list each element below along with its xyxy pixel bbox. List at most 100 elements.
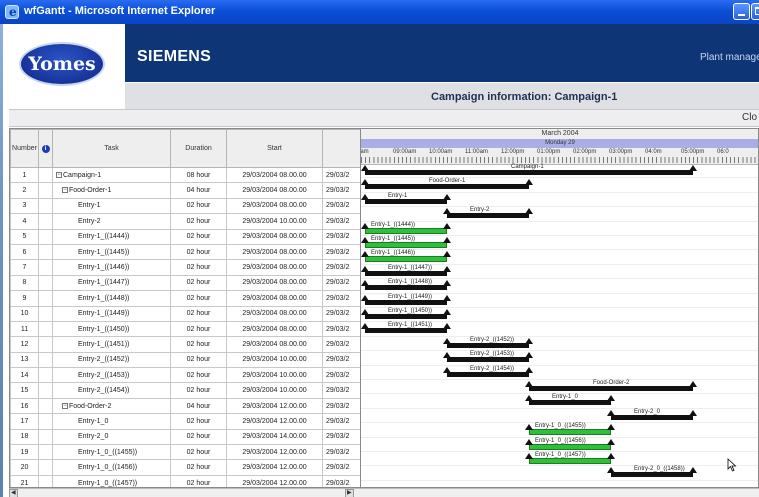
table-row[interactable]: 20 Entry-1_0_((1456)) 02 hour 29/03/2004 12…: [10, 459, 360, 476]
table-row[interactable]: 6 Entry-1_((1445)) 02 hour 29/03/2004 08.00…: [10, 243, 360, 261]
row-duration: 02 hour: [170, 351, 227, 369]
row-task[interactable]: Entry-1_((1447)): [52, 274, 171, 292]
hour-label: 10:00am: [429, 149, 453, 155]
col-number[interactable]: Number: [10, 129, 39, 168]
table-row[interactable]: 13 Entry-2_((1452)) 02 hour 29/03/2004 10.0…: [10, 351, 360, 369]
table-row[interactable]: 14 Entry-2_((1453)) 02 hour 29/03/2004 10.0…: [10, 367, 360, 384]
close-link[interactable]: Clo: [742, 112, 757, 123]
collapse-icon[interactable]: −: [56, 171, 62, 178]
table-row[interactable]: 10 Entry-1_((1449)) 02 hour 29/03/2004 08.0…: [10, 305, 360, 322]
row-number: 18: [10, 428, 39, 446]
task-name: Entry-2: [78, 217, 101, 225]
gantt-bar[interactable]: [365, 270, 447, 276]
gantt-bar[interactable]: [365, 299, 447, 305]
minimize-button[interactable]: [733, 3, 750, 20]
row-task[interactable]: Entry-2_((1452)): [52, 351, 171, 369]
row-task[interactable]: Entry-2_((1454)): [52, 382, 171, 399]
row-task[interactable]: − Food-Order-2: [52, 397, 171, 415]
table-row[interactable]: 5 Entry-1_((1444)) 02 hour 29/03/2004 08.00…: [10, 228, 360, 245]
gantt-bar[interactable]: [365, 198, 447, 204]
info-icon: i: [41, 144, 50, 153]
table-row[interactable]: 11 Entry-1_((1450)) 02 hour 29/03/2004 08.0…: [10, 320, 360, 338]
title-bar[interactable]: e wfGantt - Microsoft Internet Explorer: [0, 0, 759, 24]
row-task[interactable]: Entry-1_((1446)): [52, 259, 171, 276]
row-task[interactable]: Entry-1_0_((1455)): [52, 444, 171, 461]
table-row[interactable]: 3 Entry-1 02 hour 29/03/2004 08.00.00 29/03/…: [10, 197, 360, 215]
gantt-bar[interactable]: [365, 285, 447, 291]
row-number: 16: [10, 397, 39, 415]
row-end: 29/03/2: [322, 474, 360, 487]
table-row[interactable]: 19 Entry-1_0_((1455)) 02 hour 29/03/2004 12…: [10, 444, 360, 461]
row-flag: [38, 413, 53, 430]
gantt-bar[interactable]: [529, 443, 611, 450]
row-task[interactable]: Entry-1_((1449)): [52, 305, 171, 322]
gantt-row: Entry-1_((1444)): [361, 222, 758, 236]
col-task[interactable]: Task: [52, 129, 171, 168]
row-task[interactable]: Entry-1_0_((1456)): [52, 459, 171, 476]
gantt-bar[interactable]: [529, 458, 611, 464]
grid-hscrollbar[interactable]: [9, 488, 361, 497]
table-row[interactable]: 7 Entry-1_((1446)) 02 hour 29/03/2004 08.00…: [10, 259, 360, 276]
table-row[interactable]: 16− Food-Order-2 04 hour 29/03/2004 12.00.0…: [10, 397, 360, 415]
gantt-chart: March 2004 Monday 29 0am09:00am10:00am11…: [361, 128, 759, 488]
row-task[interactable]: − Food-Order-1: [52, 182, 171, 199]
table-row[interactable]: 18 Entry-2_0 02 hour 29/03/2004 14.00.00 29/…: [10, 428, 360, 446]
row-task[interactable]: Entry-1_((1448)): [52, 290, 171, 307]
row-task[interactable]: Entry-2: [52, 213, 171, 230]
row-end: 29/03/2: [322, 459, 360, 476]
table-row[interactable]: 21 Entry-1_0_((1457)) 02 hour 29/03/2004 12…: [10, 474, 360, 487]
row-task[interactable]: Entry-2_((1453)): [52, 367, 171, 384]
col-duration[interactable]: Duration: [170, 129, 227, 168]
gantt-bar-label: Entry-1_0_((1455)): [535, 423, 586, 430]
row-flag: [38, 213, 53, 230]
table-row[interactable]: 4 Entry-2 02 hour 29/03/2004 10.00.00 29/03/…: [10, 213, 360, 230]
gantt-bar[interactable]: [447, 357, 529, 363]
gantt-bar[interactable]: [529, 429, 611, 436]
gantt-bar[interactable]: [365, 328, 447, 334]
table-row[interactable]: 17 Entry-1_0 02 hour 29/03/2004 12.00.00 29/…: [10, 413, 360, 430]
milestone-marker-icon: [607, 438, 615, 445]
task-name: Entry-2_((1452)): [78, 356, 130, 364]
row-task[interactable]: Entry-1_((1444)): [52, 228, 171, 245]
gantt-bar[interactable]: [529, 386, 693, 391]
row-task[interactable]: Entry-1: [52, 197, 171, 215]
table-row[interactable]: 2− Food-Order-1 04 hour 29/03/2004 08.00.00…: [10, 182, 360, 199]
row-task[interactable]: Entry-1_0: [52, 413, 171, 430]
maximize-button[interactable]: [751, 3, 759, 20]
row-flag: [38, 367, 53, 384]
gantt-bar[interactable]: [447, 371, 529, 377]
col-end[interactable]: [322, 129, 360, 168]
row-flag: [38, 197, 53, 215]
gantt-bar[interactable]: [611, 472, 693, 478]
table-row[interactable]: 1− Campaign-1 08 hour 29/03/2004 08.00.00 29…: [10, 166, 360, 184]
scroll-right-button[interactable]: [345, 489, 354, 497]
gantt-bar[interactable]: [365, 170, 693, 175]
table-row[interactable]: 8 Entry-1_((1447)) 02 hour 29/03/2004 08.00…: [10, 274, 360, 292]
row-task[interactable]: Entry-1_((1445)): [52, 243, 171, 261]
gantt-bar[interactable]: [529, 400, 611, 406]
gantt-bar[interactable]: [365, 184, 529, 190]
collapse-icon[interactable]: −: [62, 187, 68, 194]
table-row[interactable]: 12 Entry-1_((1451)) 02 hour 29/03/2004 08.0…: [10, 336, 360, 353]
gantt-row: Entry-1_((1446)): [361, 250, 758, 265]
row-task[interactable]: − Campaign-1: [52, 166, 171, 184]
gantt-bar[interactable]: [365, 242, 447, 248]
scroll-left-button[interactable]: [9, 489, 18, 497]
gantt-bar[interactable]: [447, 213, 529, 219]
collapse-icon[interactable]: −: [62, 402, 68, 409]
gantt-bar[interactable]: [447, 342, 529, 348]
col-start[interactable]: Start: [226, 129, 323, 168]
row-task[interactable]: Entry-1_((1450)): [52, 320, 171, 338]
table-row[interactable]: 9 Entry-1_((1448)) 02 hour 29/03/2004 08.00…: [10, 290, 360, 307]
task-name: Entry-2_0: [78, 433, 109, 441]
row-task[interactable]: Entry-2_0: [52, 428, 171, 446]
milestone-marker-icon: [689, 409, 697, 416]
row-task[interactable]: Entry-1_((1451)): [52, 336, 171, 353]
row-task[interactable]: Entry-1_0_((1457)): [52, 474, 171, 487]
row-start: 29/03/2004 08.00.00: [226, 336, 323, 353]
gantt-bar[interactable]: [611, 414, 693, 420]
gantt-bar[interactable]: [365, 256, 447, 263]
gantt-bar[interactable]: [365, 227, 447, 234]
table-row[interactable]: 15 Entry-2_((1454)) 02 hour 29/03/2004 10.0…: [10, 382, 360, 399]
gantt-bar[interactable]: [365, 314, 447, 319]
